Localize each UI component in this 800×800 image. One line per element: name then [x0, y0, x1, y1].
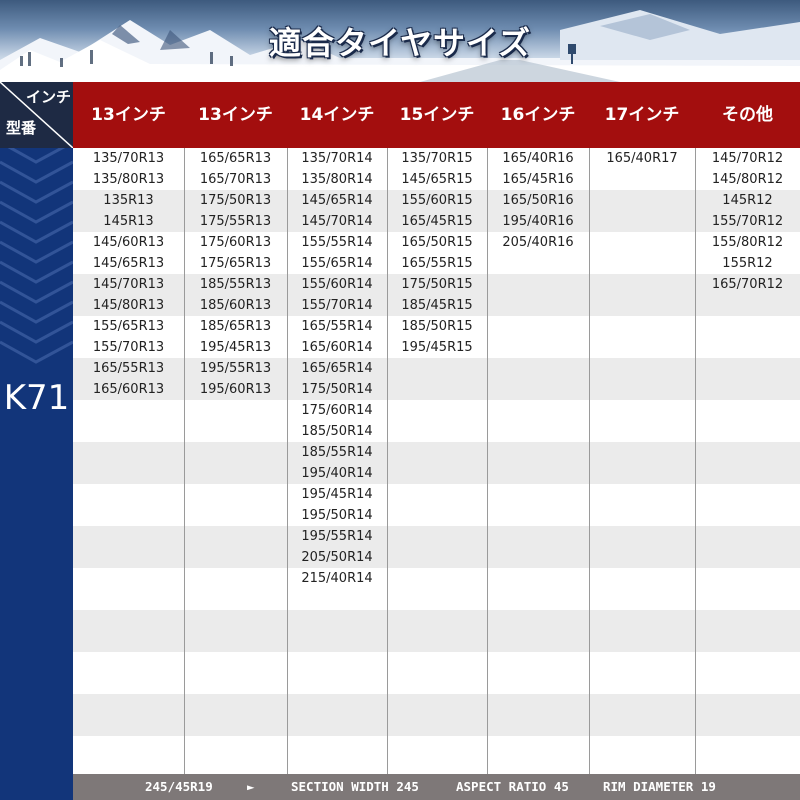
example-size: 245/45R19 — [145, 779, 213, 794]
tire-size-cell: 195/50R14 — [301, 508, 373, 523]
tire-size-cell: 175/50R13 — [199, 193, 272, 208]
tire-size-cell: 135/80R13 — [92, 172, 165, 187]
tire-size-cell: 145R13 — [103, 214, 154, 229]
tire-size-cell: 195/55R13 — [199, 361, 272, 376]
tire-size-cell: 165/55R14 — [301, 319, 373, 334]
tire-size-cell: 145/65R13 — [92, 256, 165, 271]
tire-size-cell: 185/55R13 — [199, 277, 272, 292]
model-label: K71 — [3, 378, 70, 418]
tire-size-cell: 165/65R14 — [301, 361, 373, 376]
tire-size-cell: 135R13 — [103, 193, 154, 208]
tire-size-cell: 155/55R14 — [301, 235, 373, 250]
tire-size-cell: 175/55R13 — [199, 214, 272, 229]
tread-pattern-graphic — [0, 142, 73, 364]
tire-size-cell: 175/60R14 — [301, 403, 373, 418]
column-13-inch-a: 135/70R13 135/80R13 135R13 145R13 145/60R13 1… — [73, 148, 184, 774]
tire-size-cell: 185/50R14 — [301, 424, 373, 439]
tire-size-cell: 155/80R12 — [711, 235, 784, 250]
tire-size-cell: 135/80R14 — [301, 172, 373, 187]
inch-label: インチ — [25, 88, 71, 106]
column-15-inch: 135/70R15 145/65R15 155/60R15 165/45R15 165/… — [387, 148, 487, 774]
tire-size-cell: 185/65R13 — [199, 319, 272, 334]
tire-size-cell: 155/60R15 — [401, 193, 473, 208]
column-other: 145/70R12 145/80R12 145R12 155/70R12 155/80R… — [695, 148, 800, 774]
tire-size-cell: 145/70R12 — [711, 151, 784, 166]
model-column: K71 — [0, 82, 73, 800]
tire-size-cell: 195/45R14 — [301, 487, 373, 502]
tire-size-cell: 165/55R13 — [92, 361, 165, 376]
tire-size-cell: 165/55R15 — [401, 256, 473, 271]
banner: 適合タイヤサイズ — [0, 0, 800, 82]
tire-size-cell: 145/70R14 — [301, 214, 373, 229]
tire-size-cell: 165/45R16 — [502, 172, 574, 187]
arrow-icon: ► — [247, 779, 255, 794]
tire-size-cell: 145/65R15 — [401, 172, 473, 187]
tire-size-cell: 155/65R14 — [301, 256, 373, 271]
tire-size-cell: 175/50R14 — [301, 382, 373, 397]
header-15-inch: 15インチ — [399, 105, 475, 125]
tire-size-cell: 155/70R14 — [301, 298, 373, 313]
tire-size-cell: 145/65R14 — [301, 193, 373, 208]
banner-title: 適合タイヤサイズ — [268, 24, 532, 62]
header-other: その他 — [722, 105, 773, 125]
column-14-inch: 135/70R14 135/80R14 145/65R14 145/70R14 155/… — [287, 148, 387, 774]
size-legend-footer: 245/45R19 ► SECTION WIDTH 245 ASPECT RAT… — [73, 774, 800, 800]
tire-size-cell: 135/70R15 — [401, 151, 473, 166]
aspect-ratio-text: ASPECT RATIO 45 — [456, 779, 569, 794]
tire-size-cell: 165/45R15 — [401, 214, 473, 229]
tire-size-cell: 165/70R12 — [711, 277, 784, 292]
tire-size-cell: 195/40R14 — [301, 466, 373, 481]
tire-size-cell: 185/50R15 — [401, 319, 473, 334]
tire-size-cell: 145R12 — [722, 193, 773, 208]
tire-size-cell: 155/65R13 — [92, 319, 165, 334]
tire-size-cell: 195/45R15 — [401, 340, 473, 355]
tire-size-cell: 165/65R13 — [199, 151, 272, 166]
header-17-inch: 17インチ — [604, 105, 680, 125]
tire-size-cell: 135/70R13 — [92, 151, 165, 166]
tire-size-cell: 145/80R13 — [92, 298, 165, 313]
tire-size-cell: 145/70R13 — [92, 277, 165, 292]
rim-diameter-text: RIM DIAMETER 19 — [603, 779, 716, 794]
tire-size-cell: 155/70R12 — [711, 214, 784, 229]
size-table: 135/70R13 135/80R13 135R13 145R13 145/60R13 1… — [73, 148, 800, 774]
header-13-inch-a: 13インチ — [91, 105, 166, 125]
tire-size-cell: 145/60R13 — [92, 235, 165, 250]
tire-size-cell: 205/40R16 — [502, 235, 574, 250]
tire-size-cell: 165/50R15 — [401, 235, 473, 250]
column-17-inch: 165/40R17 — [589, 148, 695, 774]
tire-size-chart: 適合タイヤサイズ K71 インチ 型番 13インチ 13インチ 14インチ 15… — [0, 0, 800, 800]
column-16-inch: 165/40R16 165/45R16 165/50R16 195/40R16 205/… — [487, 148, 589, 774]
tire-size-cell: 155/60R14 — [301, 277, 373, 292]
tire-size-cell: 185/45R15 — [401, 298, 473, 313]
tire-size-cell: 165/40R17 — [606, 151, 678, 166]
tire-size-cell: 155R12 — [722, 256, 773, 271]
model-number-label: 型番 — [6, 119, 37, 137]
header-16-inch: 16インチ — [500, 105, 576, 125]
tire-size-cell: 165/60R14 — [301, 340, 373, 355]
corner-header: インチ 型番 — [0, 82, 73, 148]
tire-size-cell: 175/65R13 — [199, 256, 272, 271]
tire-size-cell: 215/40R14 — [301, 571, 373, 586]
tire-size-cell: 195/55R14 — [301, 529, 373, 544]
column-13-inch-b: 165/65R13 165/70R13 175/50R13 175/55R13 175/… — [184, 148, 287, 774]
tire-size-cell: 135/70R14 — [301, 151, 373, 166]
tire-size-cell: 195/45R13 — [199, 340, 272, 355]
tire-size-cell: 185/55R14 — [301, 445, 373, 460]
tire-size-cell: 165/40R16 — [502, 151, 574, 166]
tire-size-cell: 175/50R15 — [401, 277, 473, 292]
tire-size-cell: 195/40R16 — [502, 214, 574, 229]
tire-size-cell: 195/60R13 — [199, 382, 272, 397]
tire-size-cell: 175/60R13 — [199, 235, 272, 250]
inch-header-row: 13インチ 13インチ 14インチ 15インチ 16インチ 17インチ その他 — [73, 82, 800, 148]
tire-size-cell: 145/80R12 — [711, 172, 784, 187]
tire-size-cell: 155/70R13 — [92, 340, 165, 355]
tire-size-cell: 185/60R13 — [199, 298, 272, 313]
tire-size-cell: 165/50R16 — [502, 193, 574, 208]
tire-size-cell: 165/60R13 — [92, 382, 165, 397]
tire-size-cell: 165/70R13 — [199, 172, 272, 187]
section-width-text: SECTION WIDTH 245 — [291, 779, 419, 794]
header-14-inch: 14インチ — [299, 105, 375, 125]
tire-size-cell: 205/50R14 — [301, 550, 373, 565]
header-13-inch-b: 13インチ — [198, 105, 273, 125]
